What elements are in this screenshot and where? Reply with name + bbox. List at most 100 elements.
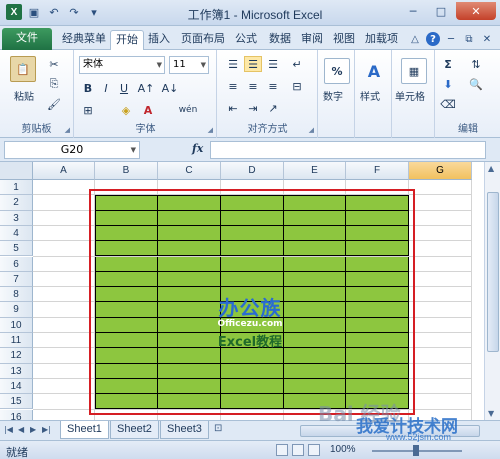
close-button[interactable]: ✕: [456, 2, 496, 20]
zoom-level[interactable]: 100%: [330, 444, 356, 455]
column-header-d[interactable]: D: [221, 162, 284, 180]
row-header-7[interactable]: 7: [0, 271, 33, 288]
align-bottom-icon[interactable]: ☰: [264, 56, 282, 72]
tab-insert[interactable]: 插入: [143, 30, 175, 50]
maximize-button[interactable]: □: [428, 2, 454, 20]
row-header-3[interactable]: 3: [0, 210, 33, 226]
font-grow-icon[interactable]: A↑: [138, 80, 155, 96]
format-painter-icon[interactable]: 🖌: [46, 96, 62, 112]
column-header-g[interactable]: G: [409, 162, 472, 180]
row-header-13[interactable]: 13: [0, 363, 33, 379]
tab-data[interactable]: 数据: [264, 30, 296, 50]
tab-addins[interactable]: 加载项: [360, 30, 403, 50]
merge-center-icon[interactable]: ⊟: [288, 78, 306, 94]
borders-icon[interactable]: ⊞: [81, 102, 95, 118]
last-sheet-icon[interactable]: ▶|: [42, 425, 51, 434]
cells-icon[interactable]: ▦: [401, 58, 427, 84]
row-header-12[interactable]: 12: [0, 348, 33, 364]
scroll-up-icon[interactable]: ▲: [488, 164, 494, 173]
row-header-1[interactable]: 1: [0, 180, 33, 196]
prev-sheet-icon[interactable]: ◀: [18, 425, 24, 434]
wrap-text-icon[interactable]: ↵: [288, 56, 306, 72]
fill-icon[interactable]: ⬇: [440, 76, 456, 92]
clear-icon[interactable]: ⌫: [440, 96, 456, 112]
tab-home[interactable]: 开始: [110, 30, 144, 50]
scroll-down-icon[interactable]: ▼: [488, 409, 494, 418]
excel-app-icon[interactable]: X: [6, 4, 22, 20]
paste-icon[interactable]: 📋: [10, 56, 36, 82]
font-name-combo[interactable]: 宋体 ▼: [79, 56, 165, 74]
sheet-tab-sheet1[interactable]: Sheet1: [60, 421, 109, 439]
find-select-icon[interactable]: 🔍: [468, 76, 484, 92]
decrease-indent-icon[interactable]: ⇤: [224, 100, 242, 116]
help-icon[interactable]: ?: [426, 32, 440, 46]
column-header-b[interactable]: B: [95, 162, 158, 180]
styles-label[interactable]: 样式: [360, 88, 380, 103]
zoom-slider-knob[interactable]: [413, 445, 419, 456]
number-label[interactable]: 数字: [323, 88, 343, 103]
redo-icon[interactable]: ↷: [66, 4, 82, 20]
row-header-5[interactable]: 5: [0, 241, 33, 257]
tab-file[interactable]: 文件: [2, 28, 52, 50]
page-layout-view-button[interactable]: [292, 444, 304, 456]
row-header-14[interactable]: 14: [0, 378, 33, 395]
row-header-9[interactable]: 9: [0, 302, 33, 318]
sheet-tab-sheet2[interactable]: Sheet2: [110, 421, 159, 439]
align-top-icon[interactable]: ☰: [224, 56, 242, 72]
minimize-button[interactable]: ─: [400, 2, 426, 20]
bold-button[interactable]: B: [81, 80, 95, 96]
number-format-icon[interactable]: %: [324, 58, 350, 84]
row-header-8[interactable]: 8: [0, 287, 33, 303]
autosum-icon[interactable]: Σ: [440, 56, 456, 72]
worksheet-grid[interactable]: ABCDEFG 1 2 3 4 5 6 7 8 9 10 11 12 13 14 15 16 办公族 Offi…: [0, 162, 484, 420]
cut-icon[interactable]: ✂: [46, 56, 62, 72]
row-header-2[interactable]: 2: [0, 195, 33, 211]
workbook-minimize-icon[interactable]: ─: [444, 32, 458, 46]
undo-icon[interactable]: ↶: [46, 4, 62, 20]
column-header-a[interactable]: A: [33, 162, 95, 180]
column-header-c[interactable]: C: [158, 162, 221, 180]
fill-color-icon[interactable]: ◈: [119, 102, 133, 118]
copy-icon[interactable]: ⎘: [46, 76, 62, 92]
row-header-10[interactable]: 10: [0, 317, 33, 333]
align-right-icon[interactable]: ≡: [264, 78, 282, 94]
ribbon-minimize-icon[interactable]: △: [408, 32, 422, 46]
tab-review[interactable]: 审阅: [296, 30, 328, 50]
vertical-scrollbar[interactable]: ▲ ▼: [484, 162, 500, 420]
tab-page-layout[interactable]: 页面布局: [176, 30, 230, 50]
row-header-11[interactable]: 11: [0, 333, 33, 349]
page-break-view-button[interactable]: [308, 444, 320, 456]
workbook-restore-icon[interactable]: ⧉: [462, 32, 476, 46]
sort-filter-icon[interactable]: ⇅: [468, 56, 484, 72]
row-header-6[interactable]: 6: [0, 256, 33, 272]
font-shrink-icon[interactable]: A↓: [162, 80, 179, 96]
column-header-f[interactable]: F: [346, 162, 409, 180]
cells-label[interactable]: 单元格: [395, 88, 425, 103]
tab-formulas[interactable]: 公式: [230, 30, 262, 50]
alignment-launcher-icon[interactable]: ◢: [309, 126, 314, 134]
orientation-icon[interactable]: ↗: [264, 100, 282, 116]
underline-button[interactable]: U: [117, 80, 131, 96]
insert-sheet-icon[interactable]: ⊡: [214, 423, 230, 437]
styles-icon[interactable]: A: [361, 58, 387, 84]
column-header-e[interactable]: E: [284, 162, 346, 180]
font-size-combo[interactable]: 11 ▼: [169, 56, 209, 74]
workbook-close-icon[interactable]: ✕: [480, 32, 494, 46]
tab-classic-menu[interactable]: 经典菜单: [57, 30, 111, 50]
sheet-tab-sheet3[interactable]: Sheet3: [160, 421, 209, 439]
next-sheet-icon[interactable]: ▶: [30, 425, 36, 434]
row-header-4[interactable]: 4: [0, 225, 33, 242]
align-middle-icon[interactable]: ☰: [244, 56, 262, 72]
font-launcher-icon[interactable]: ◢: [208, 126, 213, 134]
tab-view[interactable]: 视图: [328, 30, 360, 50]
save-icon[interactable]: ▣: [26, 4, 42, 20]
customize-qat-icon[interactable]: ▾: [86, 4, 102, 20]
select-all-corner[interactable]: [0, 162, 33, 180]
align-left-icon[interactable]: ≡: [224, 78, 242, 94]
align-center-icon[interactable]: ≡: [244, 78, 262, 94]
phonetic-guide-icon[interactable]: wén: [175, 102, 201, 118]
italic-button[interactable]: I: [99, 80, 113, 96]
clipboard-launcher-icon[interactable]: ◢: [65, 126, 70, 134]
formula-input[interactable]: [210, 141, 486, 159]
row-header-15[interactable]: 15: [0, 394, 33, 410]
